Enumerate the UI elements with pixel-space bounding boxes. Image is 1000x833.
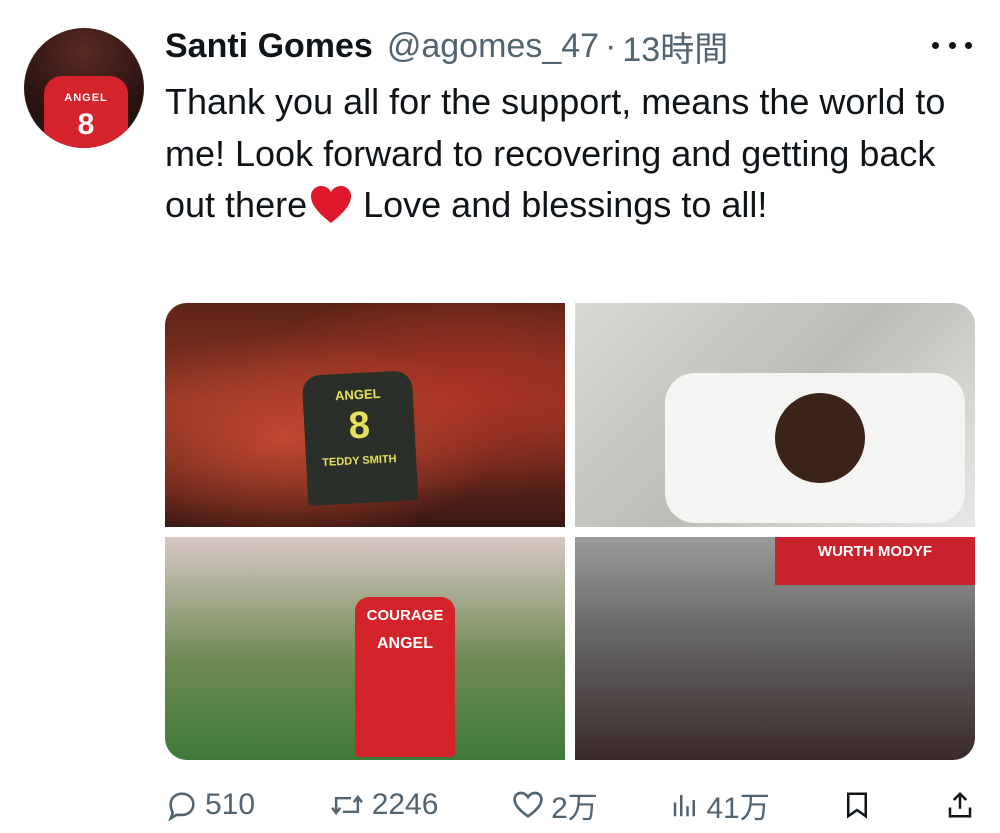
tweet-text-part2: Love and blessings to all! (363, 184, 768, 225)
red-jersey: COURAGE ANGEL (355, 596, 455, 757)
red-jersey-name: ANGEL (377, 634, 433, 652)
author-handle[interactable]: @agomes_47 (387, 27, 599, 66)
reply-button[interactable]: 510 (165, 788, 255, 822)
black-jersey-name: ANGEL (334, 385, 381, 404)
avatar-shirt-number: 8 (77, 108, 95, 141)
media-grid: ANGEL 8 TEDDY SMITH COURAGE ANGEL WURTH … (165, 303, 975, 760)
media-photo-courage-jersey[interactable]: COURAGE ANGEL (165, 536, 565, 760)
black-jersey-sub: TEDDY SMITH (321, 453, 397, 470)
tweet-text: Thank you all for the support, means the… (165, 76, 985, 231)
retweet-count: 2246 (371, 788, 439, 821)
black-jersey: ANGEL 8 TEDDY SMITH (301, 370, 419, 506)
black-jersey-number: 8 (347, 404, 372, 448)
media-photo-hospital[interactable] (575, 303, 975, 527)
author-display-name[interactable]: Santi Gomes (165, 27, 373, 66)
like-heart-icon (513, 791, 543, 818)
views-count: 41万 (706, 792, 770, 825)
tweet-header: Santi Gomes @agomes_47 · 13時間 (165, 22, 728, 71)
author-avatar[interactable]: ANGEL 8 (24, 28, 144, 148)
views-button[interactable]: 41万 (670, 783, 770, 827)
reply-count: 510 (205, 788, 256, 821)
tweet-actions: 510 2246 2万 41万 (165, 780, 975, 830)
red-jersey-top: COURAGE (366, 606, 444, 624)
share-icon (948, 791, 972, 818)
media-photo-fans-jersey[interactable]: ANGEL 8 TEDDY SMITH (165, 303, 565, 527)
avatar-shirt-name: ANGEL (64, 92, 108, 104)
avatar-shirt: ANGEL 8 (44, 76, 128, 148)
tweet-timestamp[interactable]: 13時間 (622, 22, 728, 71)
views-bar-chart-icon (674, 795, 696, 817)
player-in-bed (775, 393, 865, 483)
like-count: 2万 (551, 792, 598, 825)
more-options-icon[interactable] (932, 30, 972, 60)
separator-dot: · (605, 26, 617, 65)
share-button[interactable] (945, 788, 975, 822)
bookmark-button[interactable] (842, 788, 872, 822)
media-photo-team-huddle[interactable]: WURTH MODYF (575, 536, 975, 760)
stadium-banner: WURTH MODYF (775, 536, 975, 585)
retweet-button[interactable]: 2246 (328, 788, 439, 822)
like-button[interactable]: 2万 (511, 783, 598, 827)
reply-icon (168, 792, 195, 822)
red-heart-emoji-icon (311, 186, 352, 223)
retweet-icon (330, 794, 363, 816)
bookmark-icon (847, 792, 868, 819)
